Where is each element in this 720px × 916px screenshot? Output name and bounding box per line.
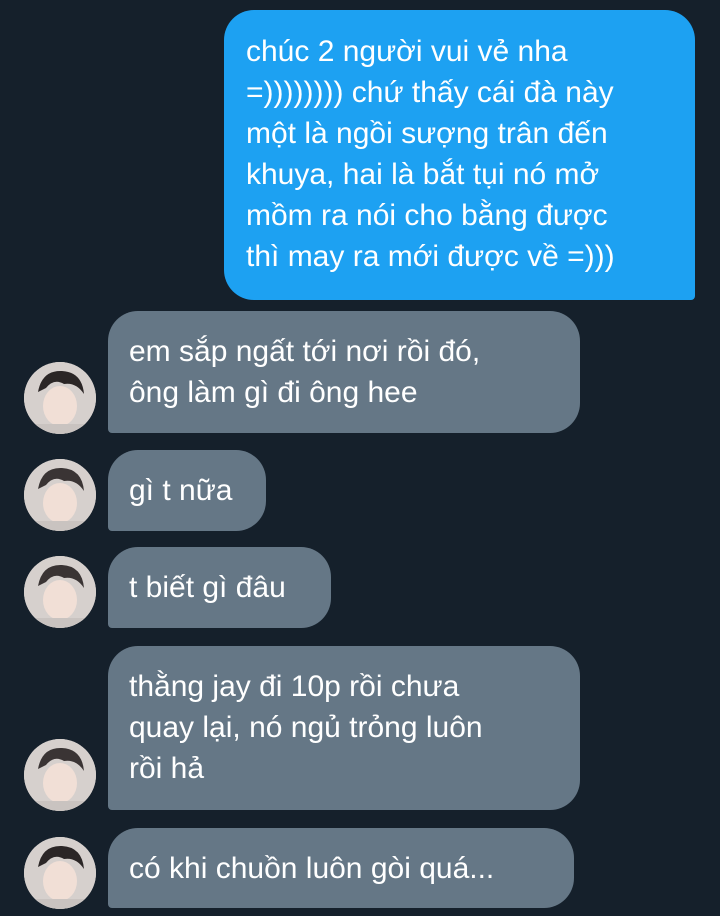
dm-conversation: { "messages": [ {"sender": "me", "text":… — [0, 0, 720, 916]
message-bubble-received[interactable]: t biết gì đâu — [108, 547, 331, 628]
message-bubble-sent[interactable]: chúc 2 người vui vẻ nha =)))))))) chứ th… — [224, 10, 695, 300]
message-bubble-received[interactable]: gì t nữa — [108, 450, 266, 531]
user-avatar-icon[interactable] — [24, 739, 96, 811]
message-bubble-received[interactable]: thằng jay đi 10p rồi chưa quay lại, nó n… — [108, 646, 580, 810]
user-avatar-icon[interactable] — [24, 556, 96, 628]
message-bubble-received[interactable]: em sắp ngất tới nơi rồi đó, ông làm gì đ… — [108, 311, 580, 433]
user-avatar-icon[interactable] — [24, 459, 96, 531]
user-avatar-icon[interactable] — [24, 837, 96, 909]
message-bubble-received[interactable]: có khi chuồn luôn gòi quá... — [108, 828, 574, 908]
user-avatar-icon[interactable] — [24, 362, 96, 434]
